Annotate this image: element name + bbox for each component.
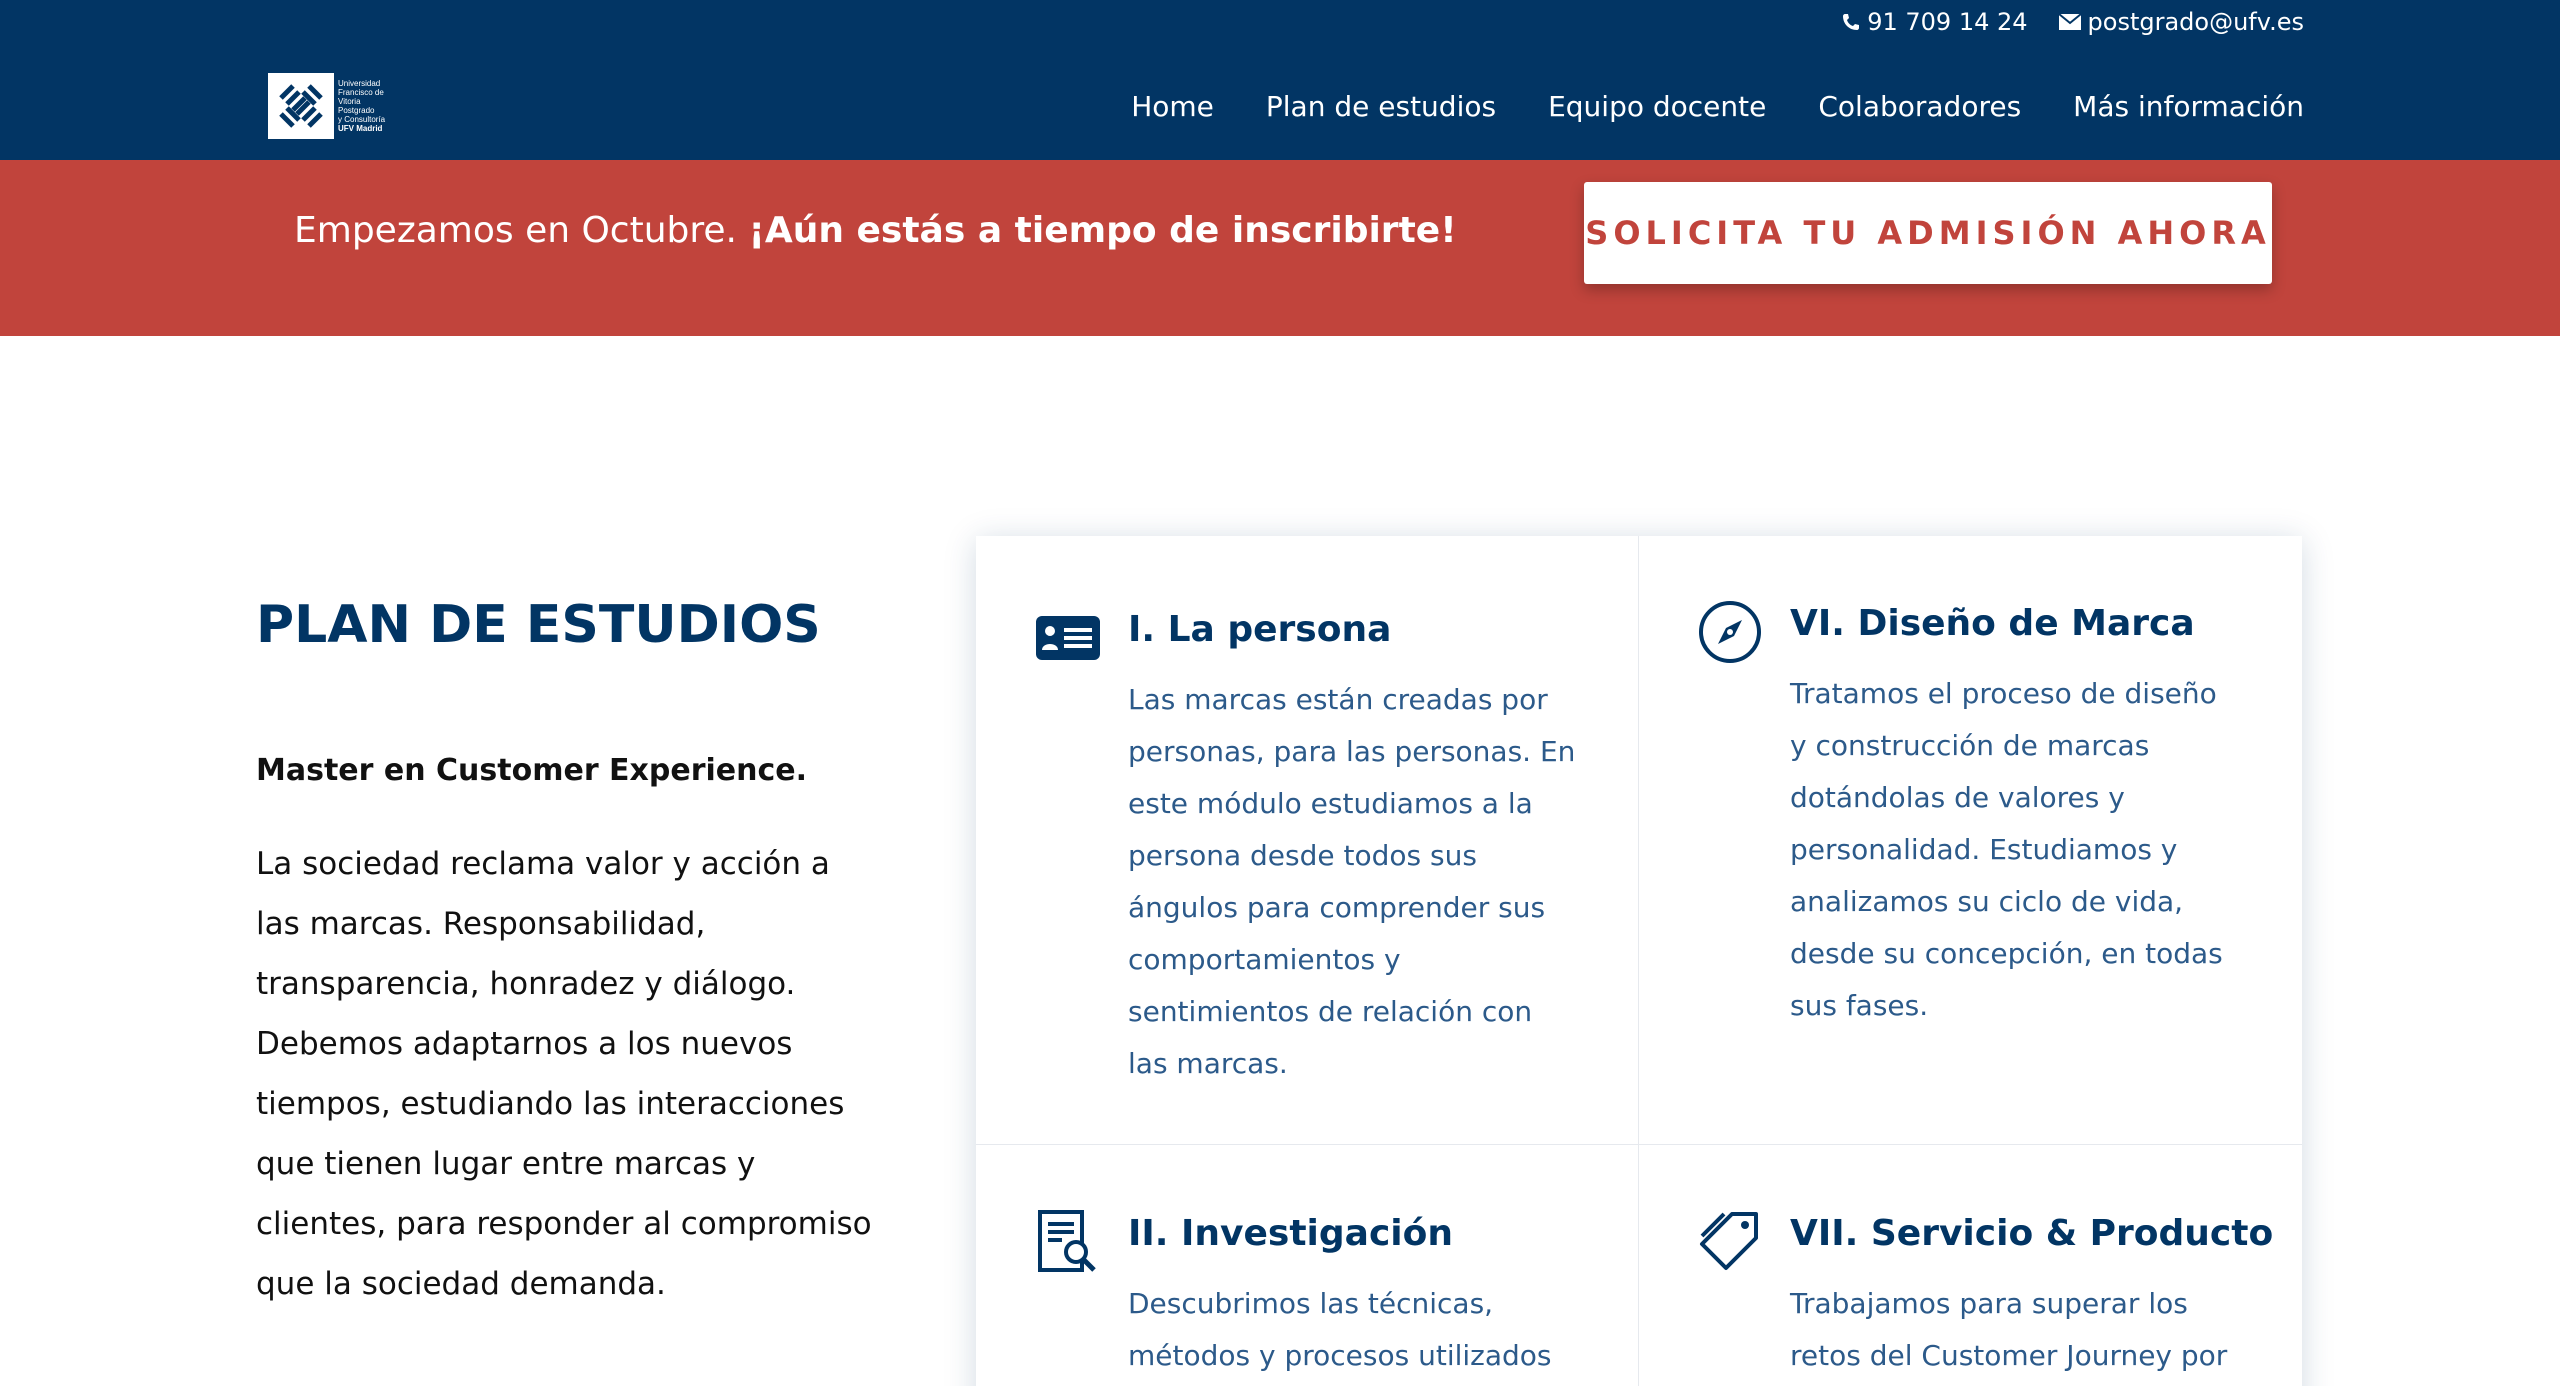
logo-wordmark: Universidad Francisco de Vitoria Postgra… xyxy=(338,79,386,133)
compass-icon xyxy=(1696,598,1764,666)
main-nav: Home Plan de estudios Equipo docente Col… xyxy=(1131,84,2304,128)
grid-divider xyxy=(1638,536,1639,1386)
phone-icon xyxy=(1843,14,1860,30)
module-description: Las marcas están creadas por personas, p… xyxy=(1128,683,1576,1080)
module-description: Descubrimos las técnicas, métodos y proc… xyxy=(1128,1287,1552,1372)
module-title: VII. Servicio & Producto xyxy=(1790,1213,2274,1254)
nav-equipo-docente[interactable]: Equipo docente xyxy=(1548,90,1766,123)
intro-paragraph: La sociedad reclama valor y acción a las… xyxy=(256,846,872,1302)
program-name: Master en Customer Experience. xyxy=(256,753,808,788)
module-title: I. La persona xyxy=(1128,609,1392,650)
email-address: postgrado@ufv.es xyxy=(2087,8,2304,36)
nav-home[interactable]: Home xyxy=(1131,90,1214,123)
module-title: II. Investigación xyxy=(1128,1213,1453,1254)
module-description: Tratamos el proceso de diseño y construc… xyxy=(1790,677,2223,1022)
site-header: 91 709 14 24 postgrado@ufv.es Universida… xyxy=(0,0,2560,160)
tags-icon xyxy=(1696,1208,1764,1276)
grid-divider xyxy=(976,1144,2302,1145)
ufv-logo[interactable]: Universidad Francisco de Vitoria Postgra… xyxy=(268,72,396,140)
module-title: VI. Diseño de Marca xyxy=(1790,603,2195,644)
phone-number: 91 709 14 24 xyxy=(1867,8,2028,36)
nav-colaboradores[interactable]: Colaboradores xyxy=(1818,90,2021,123)
banner-message: Empezamos en Octubre. ¡Aún estás a tiemp… xyxy=(294,210,1457,251)
phone-link[interactable]: 91 709 14 24 xyxy=(1841,8,2028,36)
nav-plan-de-estudios[interactable]: Plan de estudios xyxy=(1266,90,1496,123)
document-search-icon xyxy=(1034,1208,1102,1276)
ufv-logo-icon xyxy=(268,73,334,139)
module-description: Trabajamos para superar los retos del Cu… xyxy=(1790,1287,2228,1372)
envelope-icon xyxy=(2057,13,2082,30)
page-title: PLAN DE ESTUDIOS xyxy=(256,595,821,655)
id-card-icon xyxy=(1034,604,1102,672)
nav-mas-informacion[interactable]: Más información xyxy=(2073,90,2304,123)
email-link[interactable]: postgrado@ufv.es xyxy=(2057,8,2304,36)
apply-now-button[interactable]: Solicita tu admisión ahora xyxy=(1584,182,2272,284)
contact-bar: 91 709 14 24 postgrado@ufv.es xyxy=(1841,6,2304,38)
